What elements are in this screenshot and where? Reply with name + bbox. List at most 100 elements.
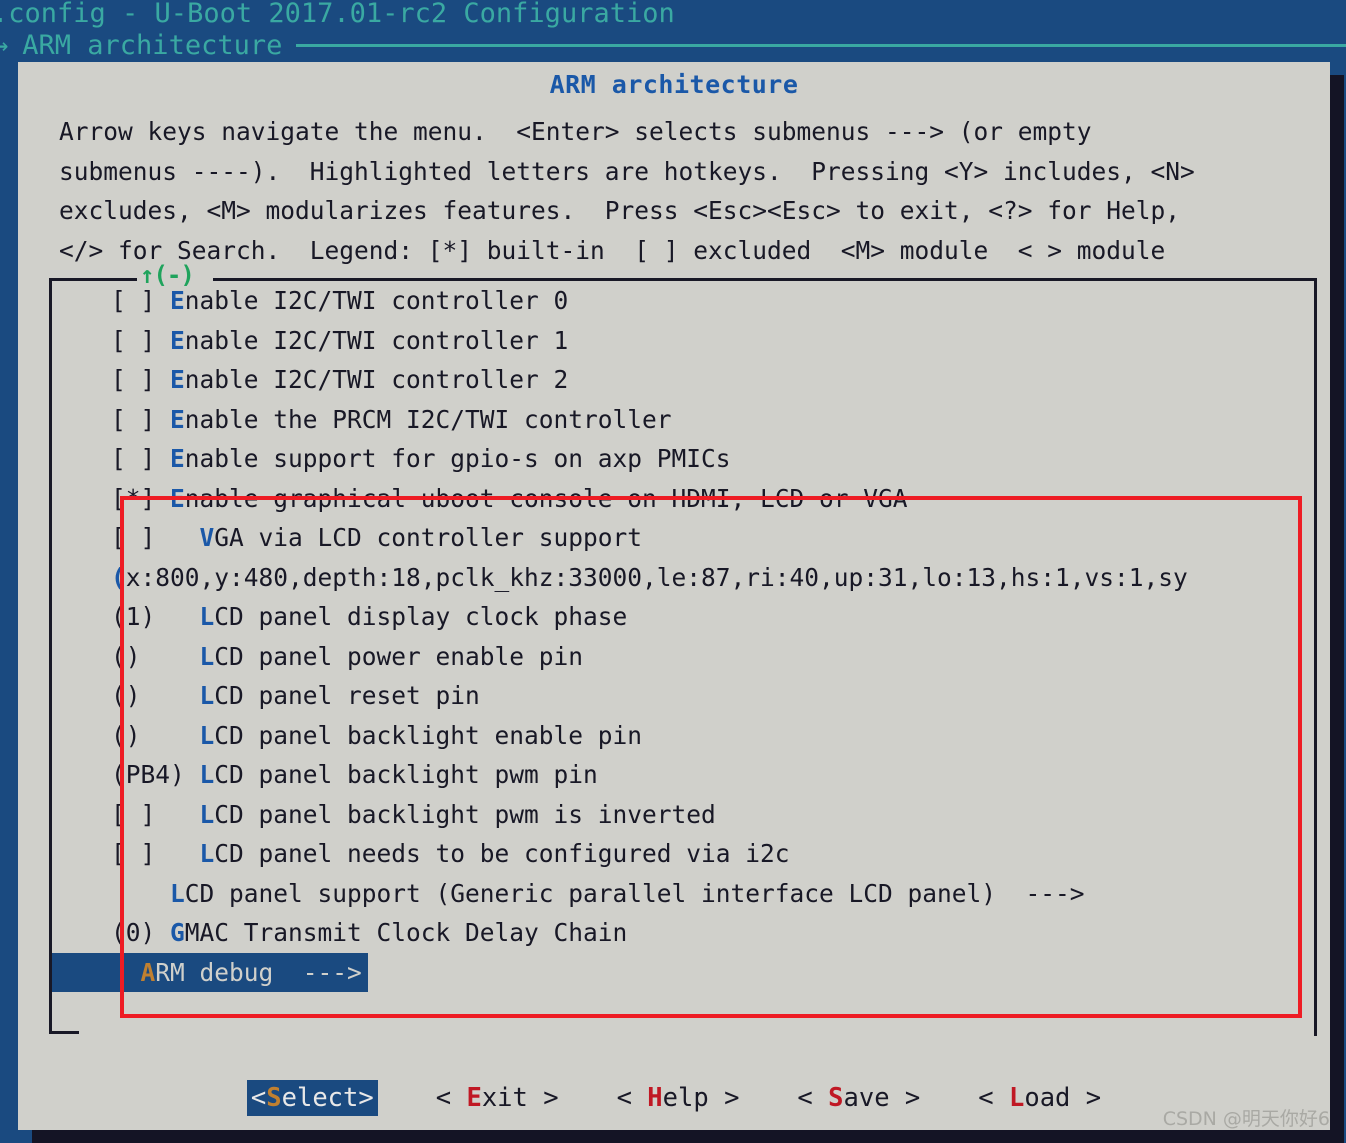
menu-item-label: CD panel reset pin [214,681,480,710]
terminal-screen: .config - U-Boot 2017.01-rc2 Configurati… [0,0,1346,1143]
button-prefix: < [797,1083,829,1113]
menu-item-hotkey: L [199,641,215,671]
menu-item[interactable]: (PB4) LCD panel backlight pwm pin [52,755,1317,795]
menu-item-hotkey: L [199,720,215,750]
button-prefix: < [616,1083,648,1113]
menu-item[interactable]: [ ] LCD panel needs to be configured via… [52,834,1317,874]
button-select[interactable]: <Select> [246,1080,378,1116]
button-label: elect> [281,1083,374,1113]
menu-row-wrap: [*] Enable graphical uboot console on HD… [52,479,1317,519]
button-exit[interactable]: < Exit > [436,1083,559,1113]
menu-row-wrap: [ ] Enable the PRCM I2C/TWI controller [52,400,1317,440]
menu-row-wrap: (1) LCD panel display clock phase [52,597,1317,637]
menu-item-label: CD panel backlight pwm is inverted [214,799,716,829]
menu-list: [ ] Enable I2C/TWI controller 0 [ ] Enab… [52,281,1317,992]
menu-item[interactable]: () LCD panel reset pin [52,676,1317,716]
page-title: ARM architecture [549,70,799,99]
menu-item-hotkey: L [199,760,215,789]
breadcrumb-label: ARM architecture [22,30,283,61]
menu-row-wrap: [ ] Enable support for gpio-s on axp PMI… [52,439,1317,479]
menu-item-hotkey: L [199,799,215,829]
menu-item-prefix [52,958,141,987]
button-label: elp > [662,1083,740,1113]
menu-item[interactable]: [ ] Enable the PRCM I2C/TWI controller [52,400,1317,440]
menuconfig-dialog: ARM architecture Arrow keys navigate the… [18,62,1330,1130]
button-label: oad > [1024,1083,1102,1113]
breadcrumb-arrow-icon: → [0,30,9,61]
menu-item-label: CD panel backlight enable pin [214,720,643,750]
menu-item[interactable]: [ ] VGA via LCD controller support [52,518,1317,558]
menu-item-prefix: [*] [52,483,171,513]
breadcrumb: → ARM architecture [0,30,1346,61]
menu-item[interactable]: [ ] LCD panel backlight pwm is inverted [52,795,1317,835]
menu-item-label: nable graphical uboot console on HDMI, L… [184,483,908,513]
titlebar: .config - U-Boot 2017.01-rc2 Configurati… [0,0,1346,62]
menu-item-label: RM debug ---> [155,957,362,987]
menu-row-wrap: ARM debug ---> [52,952,1317,992]
menu-item-label: CD panel display clock phase [214,602,628,631]
menu-item-label: MAC Transmit Clock Delay Chain [184,918,628,947]
menu-item-selected[interactable]: ARM debug ---> [52,952,368,992]
menu-item-prefix: () [52,720,200,750]
menu-item-hotkey: E [170,444,185,473]
menu-item[interactable]: () LCD panel backlight enable pin [52,716,1317,756]
menu-item[interactable]: () LCD panel power enable pin [52,637,1317,677]
help-text: Arrow keys navigate the menu. <Enter> se… [59,112,1309,270]
menu-item-prefix [52,563,111,592]
menu-row-wrap: (x:800,y:480,depth:18,pclk_khz:33000,le:… [52,558,1317,598]
menu-item-prefix: [ ] [52,404,171,434]
menu-item-hotkey: E [170,483,185,513]
button-label: ave > [843,1083,921,1113]
menu-item-label: nable the PRCM I2C/TWI controller [184,404,672,434]
menu-row-wrap: [ ] Enable I2C/TWI controller 0 [52,281,1317,321]
menu-item-prefix: [ ] [52,444,171,473]
menu-item-label: CD panel support (Generic parallel inter… [184,878,1085,908]
frame-bottom-stub [49,1031,79,1034]
menu-list-frame: ↑(-) [ ] Enable I2C/TWI controller 0 [ ]… [49,261,1317,1036]
menu-item-hotkey: L [170,878,185,908]
menu-item[interactable]: [*] Enable graphical uboot console on HD… [52,479,1317,519]
button-prefix: < [435,1083,467,1113]
menu-item-prefix: [ ] [52,799,200,829]
menu-item-label: nable support for gpio-s on axp PMICs [184,444,731,473]
menu-item[interactable]: (x:800,y:480,depth:18,pclk_khz:33000,le:… [52,558,1317,598]
menu-row-wrap: () LCD panel power enable pin [52,637,1317,677]
menu-row-wrap: [ ] VGA via LCD controller support [52,518,1317,558]
menu-item-hotkey: G [170,918,185,947]
help-line: excludes, <M> modularizes features. Pres… [59,196,1181,225]
menu-item-label: nable I2C/TWI controller 1 [184,325,569,355]
button-prefix: < [978,1083,1009,1113]
help-line: Arrow keys navigate the menu. <Enter> se… [59,117,1092,146]
menu-item-prefix: [ ] [52,839,200,868]
menu-row-wrap: [ ] Enable I2C/TWI controller 1 [52,321,1317,361]
menu-item[interactable]: [ ] Enable I2C/TWI controller 0 [52,281,1317,321]
menu-item-label: CD panel backlight pwm pin [214,760,598,789]
button-help[interactable]: < Help > [617,1083,740,1113]
menu-item-prefix: () [52,681,200,710]
menu-item[interactable]: (0) GMAC Transmit Clock Delay Chain [52,913,1317,953]
menu-item[interactable]: LCD panel support (Generic parallel inte… [52,874,1317,914]
menu-item[interactable]: [ ] Enable I2C/TWI controller 2 [52,360,1317,400]
menu-item[interactable]: [ ] Enable I2C/TWI controller 1 [52,321,1317,361]
menu-item[interactable]: [ ] Enable support for gpio-s on axp PMI… [52,439,1317,479]
menu-item-hotkey: E [170,286,185,315]
button-hotkey: H [647,1083,663,1113]
breadcrumb-rule [296,44,1346,47]
button-load[interactable]: < Load > [978,1083,1101,1113]
button-hotkey: E [466,1083,482,1113]
button-prefix: < [250,1083,267,1113]
menu-item[interactable]: (1) LCD panel display clock phase [52,597,1317,637]
menu-item-prefix: [ ] [52,365,171,394]
menu-row-wrap: () LCD panel backlight enable pin [52,716,1317,756]
menu-item-hotkey: E [170,365,185,394]
menu-item-prefix: [ ] [52,286,171,315]
menu-row-wrap: LCD panel support (Generic parallel inte… [52,874,1317,914]
button-save[interactable]: < Save > [797,1083,920,1113]
menu-item-hotkey: E [170,325,185,355]
menu-row-wrap: () LCD panel reset pin [52,676,1317,716]
menu-item-label: GA via LCD controller support [214,523,643,552]
help-line: submenus ----). Highlighted letters are … [59,156,1195,186]
menu-item-prefix: [ ] [52,325,171,355]
button-hotkey: L [1008,1083,1025,1113]
menu-item-label: CD panel needs to be configured via i2c [214,839,790,868]
